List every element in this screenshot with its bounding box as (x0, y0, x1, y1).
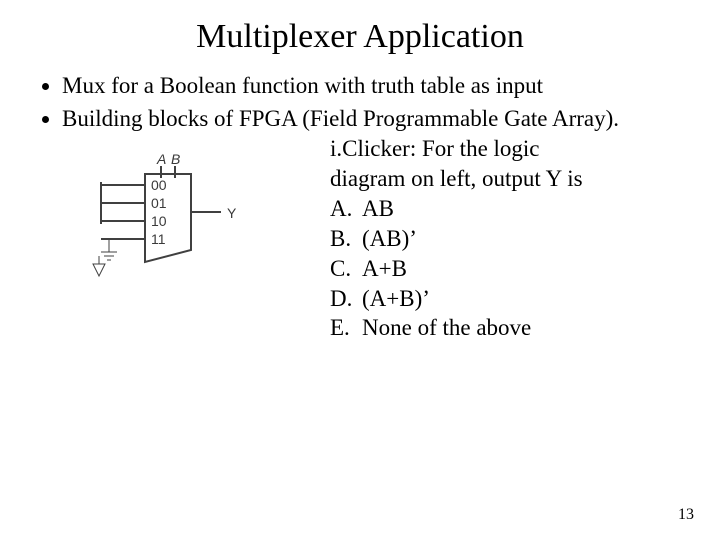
mux-diagram: A B 00 01 10 11 (75, 152, 255, 282)
list-item: Mux for a Boolean function with truth ta… (62, 70, 690, 101)
select-label: B (171, 152, 180, 167)
list-item: B. (AB)’ (330, 224, 535, 254)
mux-input-label: 10 (151, 213, 167, 229)
output-label: Y (227, 205, 237, 221)
list-item: A. AB (330, 194, 535, 224)
question-prompt: diagram on left, output Y is (330, 164, 690, 194)
select-label: A (156, 152, 166, 167)
list-item: Building blocks of FPGA (Field Programma… (62, 103, 690, 134)
mux-input-label: 11 (151, 231, 166, 247)
mux-input-label: 01 (151, 195, 167, 211)
options-list: A. AB B. (AB)’ C. A+B D. (A+B)’ E. None … (330, 194, 535, 343)
list-item: E. None of the above (330, 313, 535, 343)
list-item: C. A+B (330, 254, 535, 284)
list-item: D. (A+B)’ (330, 284, 535, 314)
bullet-list: Mux for a Boolean function with truth ta… (40, 70, 690, 134)
page-title: Multiplexer Application (0, 0, 720, 56)
page-number: 13 (678, 506, 694, 524)
mux-input-label: 00 (151, 177, 167, 193)
question-prompt: i.Clicker: For the logic (330, 134, 690, 164)
question-block: i.Clicker: For the logic diagram on left… (330, 132, 720, 343)
